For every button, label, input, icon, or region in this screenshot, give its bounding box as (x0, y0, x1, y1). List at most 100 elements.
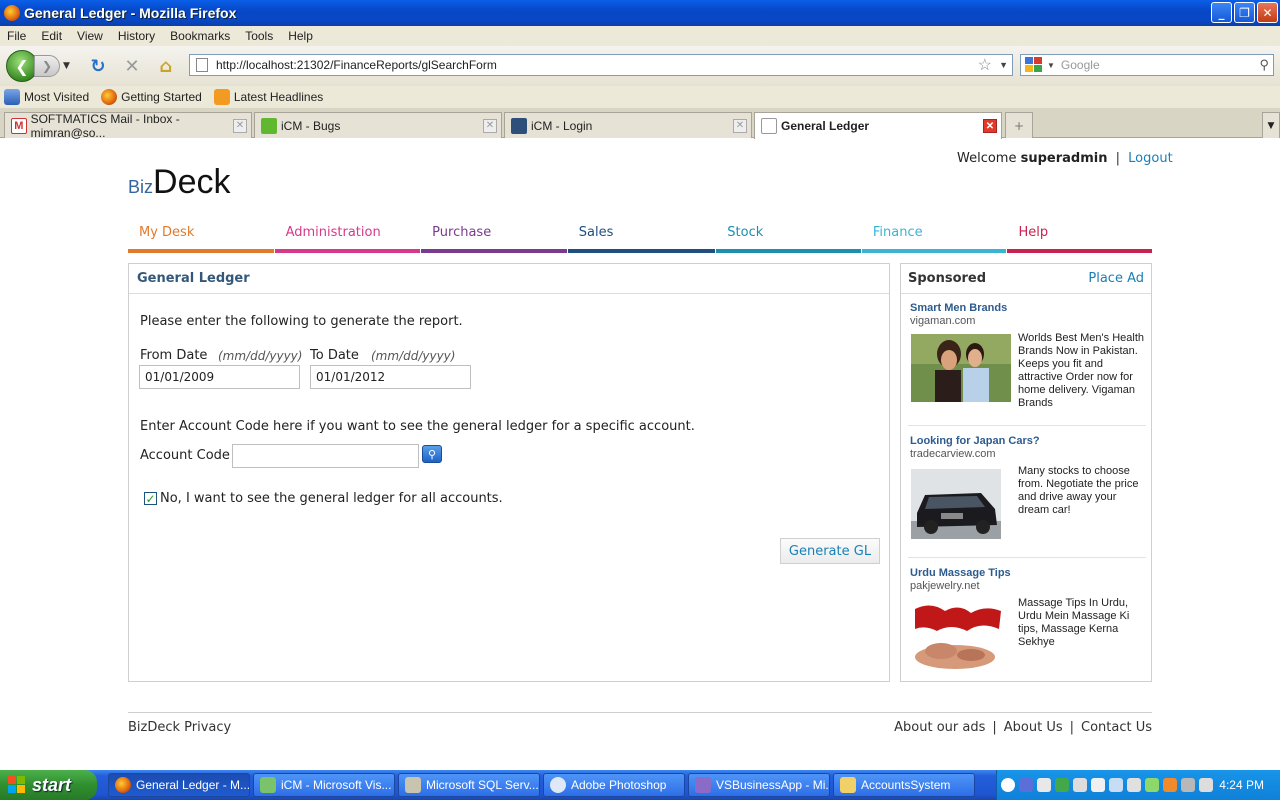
menu-edit[interactable]: Edit (34, 29, 70, 43)
restore-button[interactable]: ❐ (1234, 2, 1255, 23)
bookmark-label: Most Visited (24, 90, 90, 104)
all-accounts-label[interactable]: No, I want to see the general ledger for… (160, 491, 503, 506)
search-engine-dropdown-icon[interactable]: ▼ (1047, 61, 1055, 70)
close-tab-icon[interactable]: ✕ (233, 118, 247, 133)
ad-image[interactable] (911, 469, 1011, 539)
tray-volume-icon[interactable] (1199, 778, 1213, 792)
tab-bar: M SOFTMATICS Mail - Inbox - mimran@so...… (0, 108, 1280, 140)
taskbar-item-sql-server[interactable]: Microsoft SQL Serv... (398, 773, 540, 797)
search-icon[interactable]: ⚲ (1259, 57, 1269, 73)
tray-clock[interactable]: 4:24 PM (1219, 778, 1264, 792)
chevron-down-icon: ▼ (1267, 120, 1275, 131)
tab-icm-login[interactable]: iCM - Login ✕ (504, 112, 752, 138)
ad-text: Worlds Best Men's Health Brands Now in P… (1018, 332, 1145, 409)
tab-list-button[interactable]: ▼ (1262, 112, 1280, 138)
ad-urdu-massage-tips[interactable]: Urdu Massage Tips pakjewelry.net Massage… (910, 567, 1146, 671)
tab-softmatics-mail[interactable]: M SOFTMATICS Mail - Inbox - mimran@so...… (4, 112, 252, 140)
menu-tools[interactable]: Tools (238, 29, 281, 43)
tray-app-icon[interactable] (1163, 778, 1177, 792)
tray-app-icon[interactable] (1181, 778, 1195, 792)
to-date-input[interactable]: 01/01/2012 (310, 365, 471, 389)
contact-us-link[interactable]: Contact Us (1081, 720, 1152, 735)
ad-japan-cars[interactable]: Looking for Japan Cars? tradecarview.com… (910, 435, 1146, 539)
from-date-input[interactable]: 01/01/2009 (139, 365, 300, 389)
main-navigation: My Desk Administration Purchase Sales St… (128, 221, 1153, 253)
bookmark-star-icon[interactable]: ☆ (978, 55, 992, 75)
bizdeck-logo[interactable]: BizDeck (128, 163, 230, 202)
close-window-button[interactable]: ✕ (1257, 2, 1278, 23)
tray-app-icon[interactable] (1055, 778, 1069, 792)
search-placeholder[interactable]: Google (1061, 58, 1100, 72)
taskbar-item-visual-studio[interactable]: iCM - Microsoft Vis... (253, 773, 395, 797)
sql-server-icon (405, 777, 421, 793)
nav-help[interactable]: Help (1007, 221, 1153, 253)
nav-my-desk[interactable]: My Desk (128, 221, 274, 253)
tray-app-icon[interactable] (1127, 778, 1141, 792)
taskbar-item-firefox[interactable]: General Ledger - M... (108, 773, 250, 797)
tray-expand-icon[interactable] (1001, 778, 1015, 792)
new-tab-button[interactable]: + (1005, 112, 1033, 138)
ad-smart-men-brands[interactable]: Smart Men Brands vigaman.com Worlds Best… (910, 302, 1146, 409)
history-dropdown-icon[interactable]: ▼ (63, 61, 75, 71)
menu-history[interactable]: History (111, 29, 163, 43)
close-tab-icon[interactable]: ✕ (483, 118, 497, 133)
menu-view[interactable]: View (70, 29, 111, 43)
account-search-button[interactable]: ⚲ (422, 445, 442, 463)
menu-bookmarks[interactable]: Bookmarks (163, 29, 238, 43)
nav-administration[interactable]: Administration (274, 221, 421, 253)
footer-privacy-link[interactable]: BizDeck Privacy (128, 720, 231, 735)
forward-button[interactable]: ❯ (34, 55, 60, 77)
folder-icon (840, 777, 856, 793)
nav-finance[interactable]: Finance (861, 221, 1007, 253)
ad-divider (908, 557, 1146, 558)
taskbar-item-photoshop[interactable]: Adobe Photoshop (543, 773, 685, 797)
tray-network-icon[interactable] (1019, 778, 1033, 792)
close-tab-icon[interactable]: ✕ (983, 119, 997, 133)
bookmark-latest-headlines[interactable]: Latest Headlines (213, 89, 323, 105)
nav-sales[interactable]: Sales (567, 221, 716, 253)
place-ad-link[interactable]: Place Ad (1088, 271, 1144, 286)
taskbar-item-vsbusinessapp[interactable]: VSBusinessApp - Mi... (688, 773, 830, 797)
generate-gl-button[interactable]: Generate GL (780, 538, 880, 564)
ad-image[interactable] (911, 599, 1007, 671)
bug-icon (261, 117, 277, 134)
ad-title[interactable]: Urdu Massage Tips (910, 567, 1146, 579)
all-accounts-checkbox[interactable]: ✓ (144, 492, 157, 505)
bookmarks-toolbar: Most Visited Getting Started Latest Head… (0, 86, 1280, 108)
menu-help[interactable]: Help (281, 29, 321, 43)
nav-purchase[interactable]: Purchase (421, 221, 567, 253)
bookmark-getting-started[interactable]: Getting Started (101, 89, 202, 105)
taskbar-item-accountssystem[interactable]: AccountsSystem (833, 773, 975, 797)
menu-file[interactable]: File (0, 29, 34, 43)
stop-icon[interactable]: ✕ (121, 55, 143, 77)
account-code-input[interactable] (232, 444, 419, 468)
tray-security-icon[interactable] (1145, 778, 1159, 792)
reload-icon[interactable]: ↻ (87, 55, 109, 77)
tray-app-icon[interactable] (1091, 778, 1105, 792)
start-label: start (32, 774, 72, 795)
address-url[interactable]: http://localhost:21302/FinanceReports/gl… (216, 58, 497, 72)
minimize-button[interactable]: _ (1211, 2, 1232, 23)
nav-stock[interactable]: Stock (716, 221, 861, 253)
ad-title[interactable]: Smart Men Brands (910, 302, 1146, 314)
search-bar[interactable]: ▼ Google ⚲ (1020, 54, 1274, 76)
address-bar[interactable]: http://localhost:21302/FinanceReports/gl… (189, 54, 1013, 76)
google-icon[interactable] (1025, 57, 1043, 73)
close-tab-icon[interactable]: ✕ (733, 118, 747, 133)
ad-title[interactable]: Looking for Japan Cars? (910, 435, 1146, 447)
tab-icm-bugs[interactable]: iCM - Bugs ✕ (254, 112, 502, 138)
about-our-ads-link[interactable]: About our ads (894, 720, 985, 735)
taskbar-item-label: VSBusinessApp - Mi... (716, 778, 830, 792)
tray-app-icon[interactable] (1037, 778, 1051, 792)
home-icon[interactable]: ⌂ (155, 55, 177, 77)
tab-general-ledger[interactable]: General Ledger ✕ (754, 112, 1002, 139)
about-us-link[interactable]: About Us (1004, 720, 1063, 735)
page-content: Welcome superadmin | Logout BizDeck My D… (0, 139, 1280, 770)
tray-messenger-icon[interactable] (1109, 778, 1123, 792)
start-button[interactable]: start (0, 770, 97, 800)
ad-image[interactable] (911, 334, 1011, 402)
bookmark-most-visited[interactable]: Most Visited (4, 89, 89, 105)
logout-link[interactable]: Logout (1128, 151, 1173, 166)
address-dropdown-icon[interactable]: ▼ (999, 60, 1008, 70)
tray-app-icon[interactable] (1073, 778, 1087, 792)
